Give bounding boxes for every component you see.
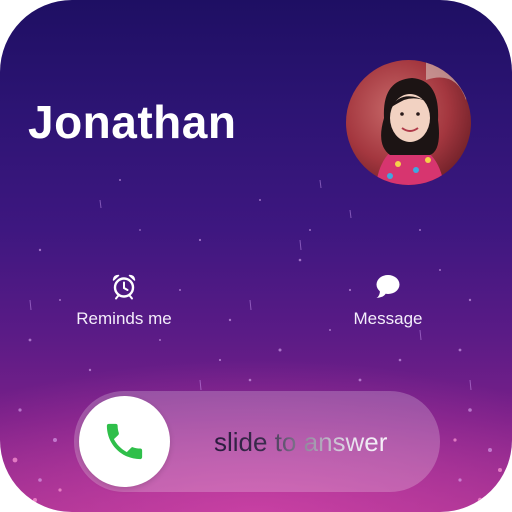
message-label: Message (353, 309, 423, 328)
incoming-call-screen: Jonathan Reminds me Message slide to ans… (0, 0, 512, 512)
slide-to-answer-slider[interactable]: slide to answer (74, 391, 440, 492)
remind-me-label: Reminds me (76, 309, 172, 328)
avatar-photo (346, 60, 471, 185)
message-button[interactable]: Message (328, 272, 448, 329)
caller-name: Jonathan (28, 96, 237, 148)
slide-to-answer-text: slide to answer (214, 427, 388, 457)
caller-avatar (346, 60, 471, 185)
phone-icon (106, 423, 143, 460)
answer-slider-handle[interactable] (79, 396, 170, 487)
speech-bubble-icon (376, 275, 400, 298)
alarm-clock-icon (112, 274, 136, 300)
remind-me-button[interactable]: Reminds me (64, 272, 184, 329)
